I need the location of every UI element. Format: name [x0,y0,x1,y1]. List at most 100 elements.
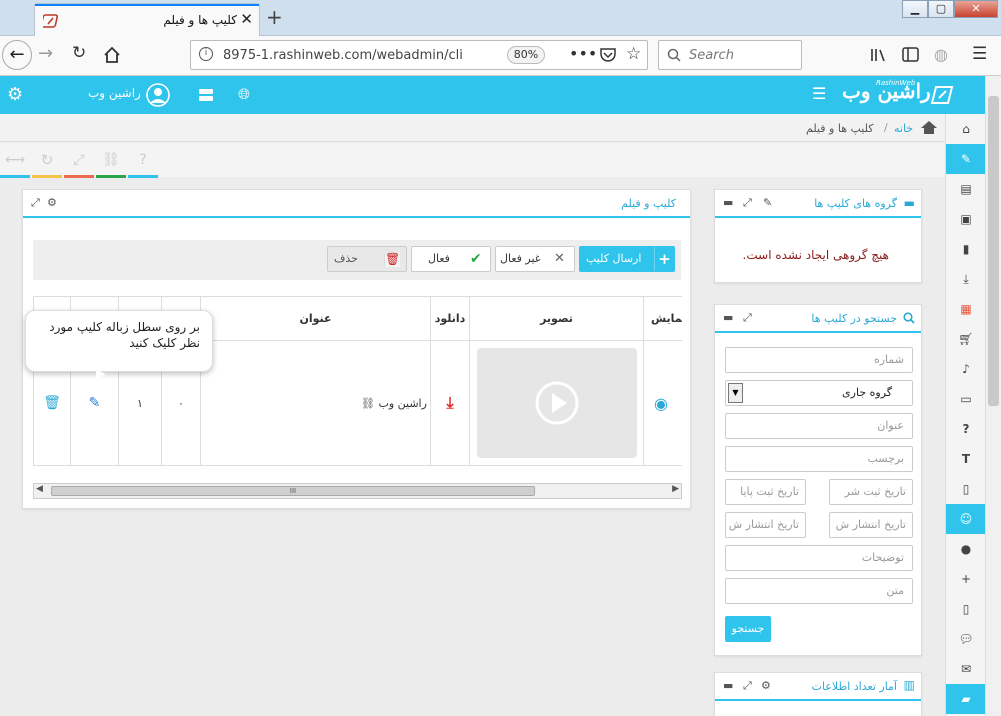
sidebar-audio-icon[interactable]: ♪ [946,354,986,384]
sidebar-mobile-icon[interactable]: ▯ [946,594,986,624]
sidebar-mail-icon[interactable]: ✉ [946,654,986,684]
reload-icon[interactable]: ↻ [72,43,86,63]
close-tab-icon[interactable]: ✕ [240,10,253,28]
page-scrollbar-thumb[interactable] [988,96,999,406]
sidebar-monitor-icon[interactable]: ▭ [946,384,986,414]
col-image-header[interactable]: تصویر [469,296,644,341]
sidebar-file-icon[interactable]: ▮ [946,234,986,264]
sidebar-cart-icon[interactable]: 🛒︎ [946,324,986,354]
bookmark-star-icon[interactable]: ☆ [626,44,641,64]
download-icon[interactable]: ⤓ [430,340,470,466]
edit-icon[interactable]: ✎ [763,196,772,209]
pub-date-start-field[interactable]: تاریخ انتشار ش [829,512,913,538]
sidebar-film-icon[interactable]: ▦ [946,294,986,324]
reg-date-start-field[interactable]: تاریخ ثبت شر [829,479,913,505]
activate-button[interactable]: فعال ✔ [411,246,491,272]
new-tab-icon[interactable]: + [266,5,283,29]
zoom-level[interactable]: 80% [507,46,545,64]
maximize-window-button[interactable]: ▢ [928,0,954,18]
text-field[interactable]: متن [725,578,913,604]
globe-icon[interactable]: 🌐︎ [238,85,250,103]
sidebar-user-icon[interactable]: ● [946,534,986,564]
collapse-icon[interactable]: ▬ [723,311,733,324]
title-field[interactable]: عنوان [725,413,913,439]
back-icon[interactable]: ← [2,40,32,70]
delete-button[interactable]: حذف 🗑︎ [327,246,407,272]
video-thumbnail[interactable] [476,348,637,458]
scroll-left-icon[interactable]: ◀ [36,484,43,494]
search-icon [667,48,681,62]
col-view-header[interactable]: نمایش [643,296,682,341]
collapse-icon[interactable]: ▬ [723,679,733,692]
search-bar[interactable]: Search [658,40,802,70]
library-icon[interactable] [870,47,888,63]
breadcrumb-home-icon[interactable] [920,120,938,135]
credit-card-icon: ▬ [903,196,915,210]
site-favicon-icon [43,14,59,28]
expand-width-icon[interactable]: ⟷ [0,148,30,178]
breadcrumb-home[interactable]: خانه [894,122,913,135]
sidebar-edit-icon[interactable]: ✎ [946,144,986,174]
search-button[interactable]: جستجو [725,616,771,642]
collapse-icon[interactable]: ▬ [723,196,733,209]
sidebar-toggle-icon[interactable] [902,47,920,63]
minimize-window-button[interactable]: ▁ [902,0,928,18]
col-title-header[interactable]: عنوان [200,296,431,341]
sidebar-news-icon[interactable]: ▤ [946,174,986,204]
link-icon[interactable]: ⛓︎ [96,148,126,178]
sidebar-folder-icon[interactable]: ▰ [946,684,986,714]
col-download-header[interactable]: دانلود [430,296,470,341]
home-icon[interactable] [103,46,121,64]
globe-addon-icon[interactable]: ◍ [934,45,948,64]
page-actions-icon[interactable]: ••• [569,44,597,63]
sidebar-download-icon[interactable]: ⤓ [946,264,986,294]
sidebar-image-icon[interactable]: ▣ [946,204,986,234]
sidebar-question-icon[interactable]: ? [946,414,986,444]
forward-icon[interactable]: → [38,43,53,64]
deactivate-button[interactable]: غیر فعال ✕ [495,246,575,272]
hamburger-menu-icon[interactable]: ☰ [812,84,826,103]
pocket-icon[interactable] [599,47,617,63]
sidebar-users-icon[interactable]: ☺ [946,504,986,534]
toolbar-strip: ⟷ ↻ ⤢ ⛓︎ ? [0,143,945,178]
sidebar-add-user-icon[interactable]: + [946,564,986,594]
expand-icon[interactable]: ⤢ [743,311,752,325]
expand-icon[interactable]: ⤢ [743,196,752,210]
sidebar-comments-icon[interactable]: 💬︎ [946,624,986,654]
grid-scrollbar[interactable]: ◀ III ▶ [33,483,682,499]
group-select[interactable]: گروه جاری ▼ [725,380,913,406]
refresh-icon[interactable]: ↻ [32,148,62,178]
check-icon: ✔ [470,251,482,267]
fullscreen-icon[interactable]: ⤢ [64,148,94,178]
view-eye-icon[interactable]: ◉ [643,340,682,466]
browser-tab[interactable]: کلیپ ها و فیلم ✕ [34,3,260,36]
help-icon[interactable]: ? [128,148,158,178]
url-bar[interactable]: i 8975-1.rashinweb.com/webadmin/clip.a 8… [190,40,648,70]
sidebar-home-icon[interactable]: ⌂ [946,114,986,144]
info-icon[interactable]: i [199,47,213,61]
scroll-right-icon[interactable]: ▶ [672,484,679,494]
user-avatar-icon[interactable] [146,83,170,107]
tag-field[interactable]: برچسب [725,446,913,472]
description-field[interactable]: توضیحات [725,545,913,571]
panel-settings-icon[interactable]: ⚙ [47,196,57,209]
expand-icon[interactable]: ⤢ [31,196,40,210]
reg-date-end-field[interactable]: تاریخ ثبت پایا [725,479,806,505]
chevron-down-icon[interactable]: ▼ [728,383,743,403]
number-field[interactable]: شماره [725,347,913,373]
sidebar-text-icon[interactable]: T [946,444,986,474]
user-name[interactable]: راشین وب [88,86,141,100]
server-icon[interactable] [198,88,214,102]
panel-settings-icon[interactable]: ⚙ [761,679,771,692]
pub-date-end-field[interactable]: تاریخ انتشار ش [725,512,806,538]
expand-icon[interactable]: ⤢ [743,679,752,693]
menu-icon[interactable]: ☰ [972,44,987,64]
page-scrollbar[interactable] [985,76,1001,716]
settings-gear-icon[interactable]: ⚙ [7,84,23,105]
url-text: 8975-1.rashinweb.com/webadmin/clip.a [223,48,463,63]
x-icon: ✕ [554,251,565,266]
send-clip-button[interactable]: ارسال کلیپ + [579,246,675,272]
grid-scrollbar-thumb[interactable]: III [51,486,535,496]
close-window-button[interactable]: ✕ [954,0,998,18]
sidebar-page-icon[interactable]: ▯ [946,474,986,504]
